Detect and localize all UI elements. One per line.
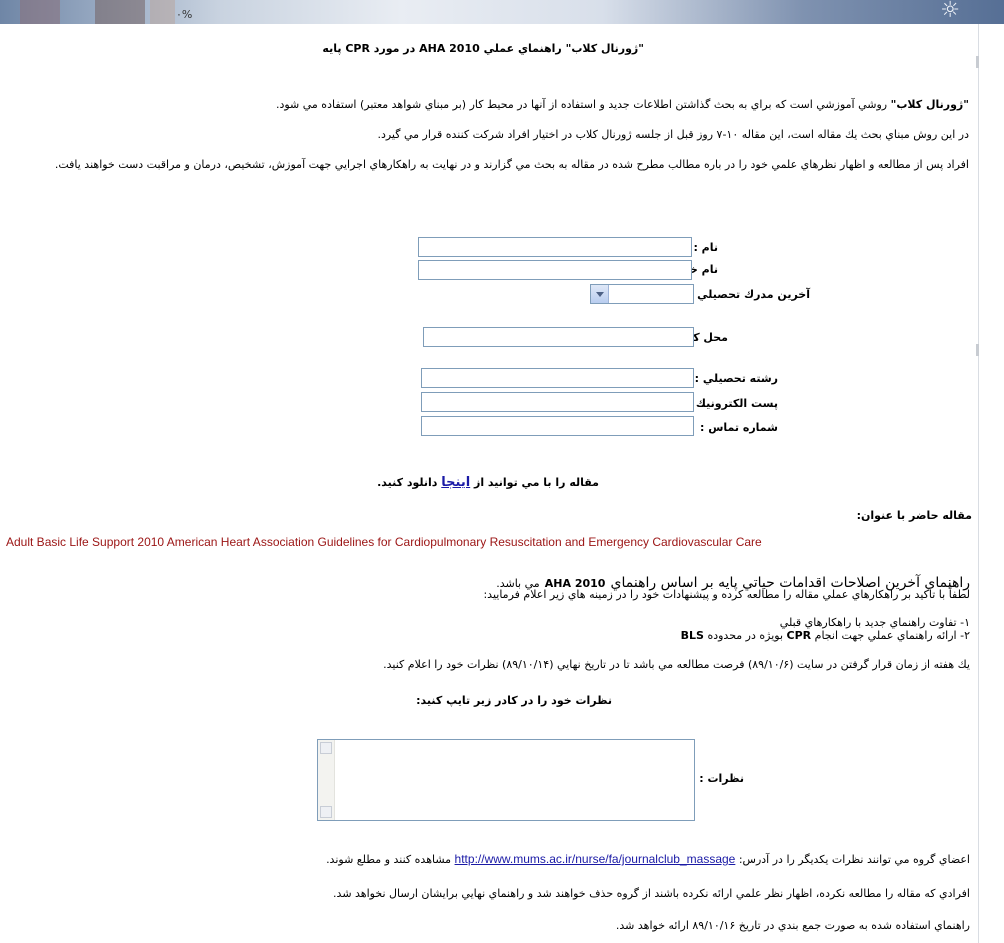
scroll-up-icon[interactable] <box>320 742 332 754</box>
intro-line-3: افراد پس از مطالعه و اظهار نظرهاي علمي خ… <box>54 158 969 171</box>
scroll-down-icon[interactable] <box>320 806 332 818</box>
right-border-line <box>978 24 979 943</box>
article-english-title: Adult Basic Life Support 2010 American H… <box>6 535 762 549</box>
comments-heading: نظرات خود را در كادر زير تايپ كنيد: <box>416 694 612 707</box>
article-item-2-cpr: CPR <box>786 629 812 642</box>
email-input[interactable] <box>421 392 694 412</box>
intro-line-1-text: روشي آموزشي است كه براي به بحث گذاشتن اط… <box>275 98 891 111</box>
members-link[interactable]: http://www.mums.ac.ir/nurse/fa/journalcl… <box>455 852 736 866</box>
header-banner: ۰% ☼ <box>0 0 1004 24</box>
degree-label: آخرين مدرك تحصيلي : <box>688 288 810 301</box>
chevron-down-icon[interactable] <box>591 285 609 303</box>
phone-input[interactable] <box>421 416 694 436</box>
workplace-input[interactable] <box>423 327 694 347</box>
download-text-before: مقاله را با مي توانيد از <box>470 476 599 489</box>
name-label: نام : <box>693 241 718 254</box>
download-link[interactable]: اينجا <box>441 475 470 490</box>
final-note: راهنماي استفاده شده به صورت جمع بندي در … <box>615 919 970 932</box>
article-item-2: ۲- ارائه راهنماي عملي جهت انجام CPR بويژ… <box>681 629 970 642</box>
phone-label: شماره تماس : <box>699 421 778 434</box>
study-field-input[interactable] <box>421 368 694 388</box>
name-input[interactable] <box>418 237 692 257</box>
article-deadline: يك هفته از زمان قرار گرفتن در سايت (۸۹/۱… <box>383 658 970 671</box>
banner-image-right <box>150 0 175 24</box>
banner-image-left <box>20 0 60 24</box>
article-item-2-pre: ۲- ارائه راهنماي عملي جهت انجام <box>811 629 970 642</box>
article-heading: مقاله حاضر با عنوان: <box>856 509 972 522</box>
page-title: "ژورنال كلاب" راهنماي عملي AHA 2010 در م… <box>322 42 644 55</box>
members-note-pre: اعضاي گروه مي توانند نظرات يكديگر را در … <box>735 853 970 866</box>
study-field-label: رشته تحصيلي : <box>694 372 778 385</box>
warning-note: افرادي كه مقاله را مطالعه نكرده، اظهار ن… <box>333 887 970 900</box>
comments-label: نظرات : <box>699 772 744 785</box>
comments-scrollbar[interactable] <box>318 740 335 820</box>
intro-line-2: در اين روش مبناي بحث يك مقاله است، اين م… <box>377 128 969 141</box>
banner-percent-text: ۰% <box>176 8 193 21</box>
article-item-2-mid: بويژه در محدوده <box>703 629 787 642</box>
scroll-marker <box>976 56 979 68</box>
family-input[interactable] <box>418 260 692 280</box>
intro-line-1: "ژورنال كلاب" روشي آموزشي است كه براي به… <box>276 98 969 111</box>
article-item-2-bls: BLS <box>680 629 704 642</box>
banner-image-mid <box>95 0 145 24</box>
download-text-after: دانلود كنيد. <box>377 476 442 489</box>
members-note-post: مشاهده كنند و مطلع شوند. <box>326 853 455 866</box>
journal-club-term: "ژورنال كلاب" <box>890 98 969 111</box>
article-item-1: ۱- تفاوت راهنماي جديد با راهكارهاي قبلي <box>779 616 970 629</box>
email-label: پست الكترونيك : <box>687 397 778 410</box>
members-note: اعضاي گروه مي توانند نظرات يكديگر را در … <box>326 852 970 866</box>
scroll-marker <box>976 344 979 356</box>
download-line: مقاله را با مي توانيد از اينجا دانلود كن… <box>377 475 599 490</box>
degree-select[interactable] <box>590 284 694 304</box>
article-request: لطفاً با تاكيد بر راهكارهاي عملي مقاله ر… <box>483 588 970 601</box>
sun-logo-icon: ☼ <box>940 0 960 23</box>
comments-textarea[interactable] <box>317 739 695 821</box>
